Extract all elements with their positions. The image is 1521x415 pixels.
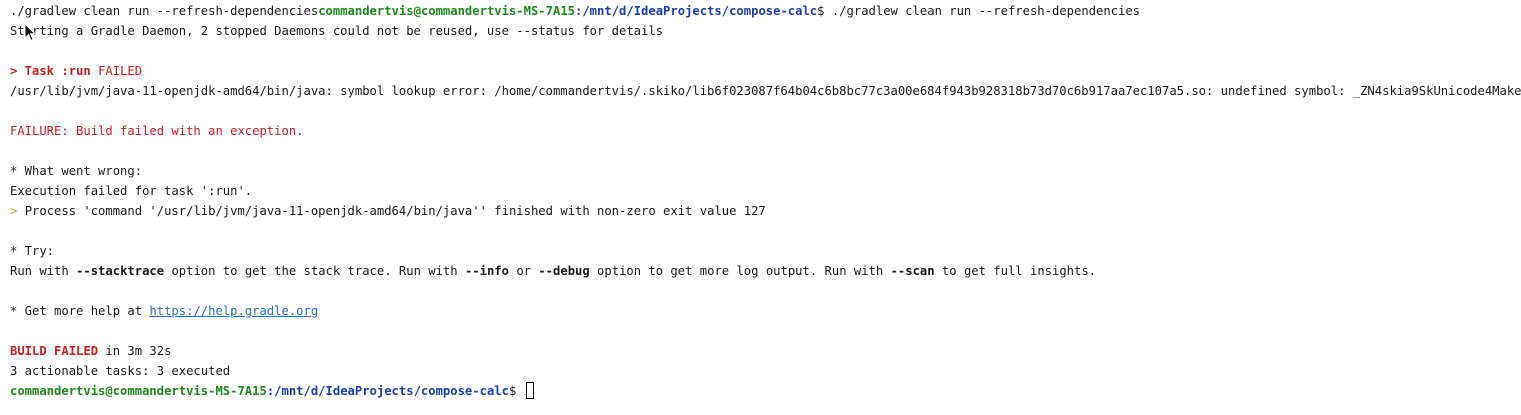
help-prefix: * Get more help at	[10, 304, 150, 318]
what-went-wrong-header: * What went wrong:	[10, 164, 143, 178]
entered-command: ./gradlew clean run --refresh-dependenci…	[831, 4, 1141, 18]
gradle-help-link[interactable]: https://help.gradle.org	[149, 304, 318, 318]
try-text: Run with	[10, 264, 77, 278]
help-line: * Get more help at https://help.gradle.o…	[10, 301, 1521, 321]
task-failed-line: > Task :run FAILED	[10, 61, 1521, 81]
prompt-dollar: $	[508, 384, 524, 398]
execution-failed-line: Execution failed for task ':run'.	[10, 184, 253, 198]
prompt-path: /mnt/d/IdeaProjects/compose-calc	[274, 384, 509, 398]
prompt-dollar: $	[817, 4, 832, 18]
prompt-path: /mnt/d/IdeaProjects/compose-calc	[582, 4, 818, 18]
mouse-pointer-icon	[24, 23, 36, 42]
terminal-line-previous-command: ./gradlew clean run --refresh-dependenci…	[10, 1, 1521, 21]
debug-option: --debug	[538, 264, 590, 278]
symbol-lookup-error-line: /usr/lib/jvm/java-11-openjdk-amd64/bin/j…	[10, 84, 1521, 98]
try-text: or	[508, 264, 539, 278]
current-prompt-line[interactable]: commandertvis@commandertvis-MS-7A15:/mnt…	[10, 381, 1521, 401]
try-header: * Try:	[10, 244, 55, 258]
previous-command-text: ./gradlew clean run --refresh-dependenci…	[10, 4, 319, 18]
actionable-tasks-line: 3 actionable tasks: 3 executed	[10, 364, 231, 378]
process-text: Process 'command '/usr/lib/jvm/java-11-o…	[24, 204, 766, 218]
try-text: option to get more log output. Run with	[589, 264, 891, 278]
task-status: FAILED	[98, 64, 143, 78]
process-arrow: >	[10, 204, 25, 218]
daemon-status-line: Starting a Gradle Daemon, 2 stopped Daem…	[10, 24, 664, 38]
try-text: option to get the stack trace. Run with	[164, 264, 465, 278]
scan-option: --scan	[890, 264, 935, 278]
task-name: > Task :run	[10, 64, 99, 78]
build-failed-label: BUILD FAILED	[10, 344, 99, 358]
process-exit-line: > Process 'command '/usr/lib/jvm/java-11…	[10, 201, 1521, 221]
try-text: to get full insights.	[934, 264, 1097, 278]
failure-line: FAILURE: Build failed with an exception.	[10, 124, 304, 138]
prompt-user-host: commandertvis@commandertvis-MS-7A15	[318, 4, 575, 18]
prompt-user-host: commandertvis@commandertvis-MS-7A15	[10, 384, 267, 398]
build-duration: in 3m 32s	[98, 344, 172, 358]
stacktrace-option: --stacktrace	[76, 264, 165, 278]
info-option: --info	[464, 264, 509, 278]
build-failed-line: BUILD FAILED in 3m 32s	[10, 341, 1521, 361]
try-options-line: Run with --stacktrace option to get the …	[10, 261, 1521, 281]
text-cursor[interactable]	[525, 382, 534, 399]
terminal-output[interactable]: ./gradlew clean run --refresh-dependenci…	[0, 0, 1521, 415]
